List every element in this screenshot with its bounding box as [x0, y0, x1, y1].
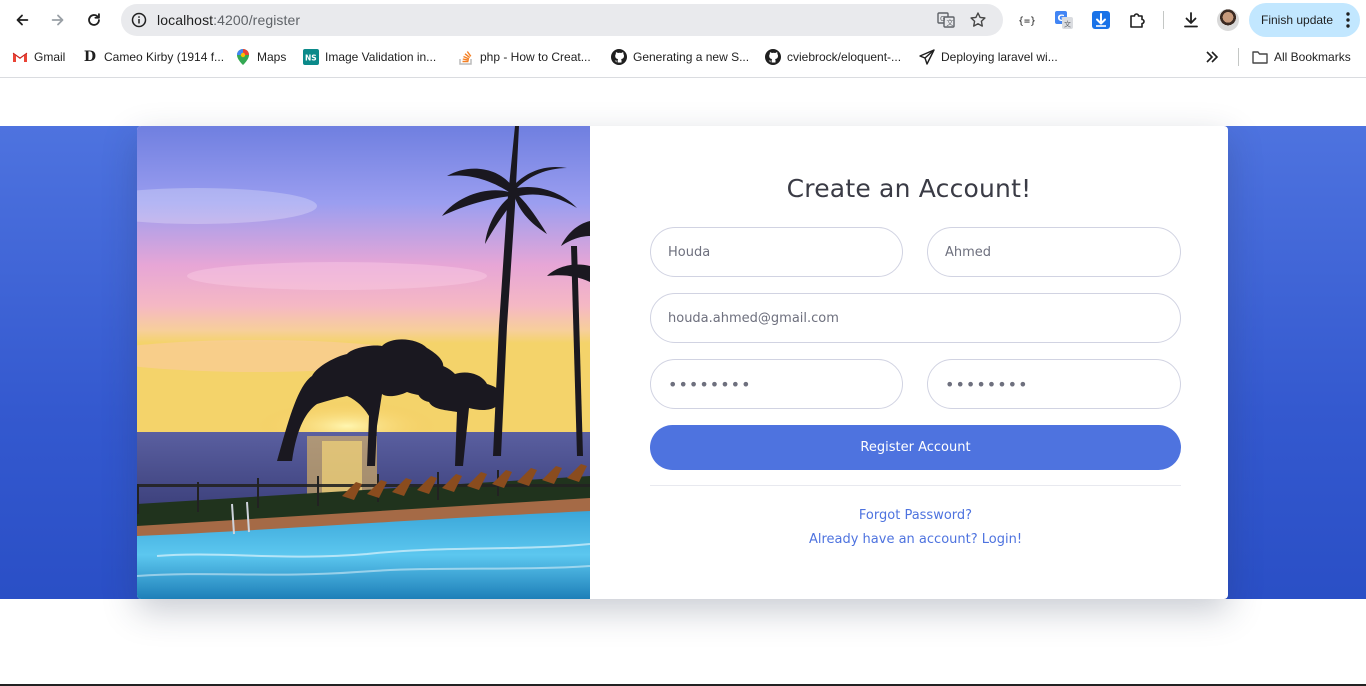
finish-update-button[interactable]: Finish update	[1249, 3, 1360, 37]
login-link[interactable]: Already have an account? Login!	[590, 532, 1228, 547]
json-viewer-extension-icon[interactable]: {=}	[1017, 9, 1039, 31]
last-name-value: Ahmed	[945, 244, 992, 260]
repeat-password-field[interactable]: ••••••••	[927, 359, 1181, 409]
svg-text:G: G	[940, 15, 945, 23]
bookmark-image-validation[interactable]: NS Image Validation in...	[303, 48, 436, 66]
forgot-password-label: Forgot Password?	[858, 508, 973, 523]
url-text[interactable]: localhost:4200/register	[157, 12, 300, 28]
arrow-left-icon	[16, 14, 29, 26]
bookmark-cameo-kirby[interactable]: D Cameo Kirby (1914 f...	[82, 48, 224, 66]
last-name-field[interactable]: Ahmed	[927, 227, 1181, 277]
bookmark-label: cviebrock/eloquent-...	[787, 50, 902, 64]
finish-update-label: Finish update	[1261, 13, 1334, 27]
ns-icon: NS	[303, 49, 319, 65]
email-field[interactable]: houda.ahmed@gmail.com	[650, 293, 1181, 343]
bookmark-gmail[interactable]: Gmail	[12, 48, 65, 66]
password-field[interactable]: ••••••••	[650, 359, 903, 409]
gmail-icon	[12, 49, 28, 65]
downloads-icon[interactable]	[1180, 9, 1202, 31]
bookmarks-bar: Gmail D Cameo Kirby (1914 f... Maps NS I…	[0, 44, 1366, 70]
page-title: Create an Account!	[786, 174, 1032, 203]
more-vert-icon	[1346, 12, 1350, 28]
url-host: localhost	[157, 12, 214, 28]
forward-button[interactable]	[44, 6, 72, 34]
bookmark-label: Image Validation in...	[325, 50, 437, 64]
letter-d-icon: D	[83, 49, 97, 65]
back-button[interactable]	[8, 6, 36, 34]
bookmark-label: Cameo Kirby (1914 f...	[104, 50, 225, 64]
bookmark-label: Maps	[257, 50, 287, 64]
bookmark-label: Generating a new S...	[633, 50, 750, 64]
email-value: houda.ahmed@gmail.com	[668, 310, 839, 326]
browser-toolbar: localhost:4200/register G文 {=} G文 Finish…	[0, 0, 1366, 40]
bookmark-generating-ssh[interactable]: Generating a new S...	[611, 48, 749, 66]
translate-icon[interactable]: G文	[936, 10, 956, 30]
reload-icon	[88, 13, 100, 26]
download-extension-icon[interactable]	[1090, 9, 1112, 31]
arrow-right-icon	[51, 14, 64, 26]
more-bookmarks-button[interactable]	[1204, 48, 1226, 66]
bookmark-cviebrock[interactable]: cviebrock/eloquent-...	[765, 48, 901, 66]
first-name-field[interactable]: Houda	[650, 227, 903, 277]
login-label: Already have an account? Login!	[808, 532, 1023, 547]
maps-pin-icon	[235, 49, 251, 65]
bookmark-label: Gmail	[34, 50, 66, 64]
all-bookmarks-label: All Bookmarks	[1274, 50, 1351, 64]
github-icon	[611, 49, 627, 65]
svg-text:文: 文	[1064, 20, 1071, 29]
bookmark-maps[interactable]: Maps	[235, 48, 286, 66]
paper-plane-icon	[919, 49, 935, 65]
profile-avatar[interactable]	[1217, 9, 1239, 31]
repeat-password-value: ••••••••	[945, 374, 1029, 394]
register-form: Create an Account! Houda Ahmed houda.ahm…	[590, 126, 1228, 599]
stackoverflow-icon	[458, 49, 474, 65]
extensions-puzzle-icon[interactable]	[1126, 9, 1148, 31]
url-path: :4200/register	[213, 12, 301, 28]
password-value: ••••••••	[668, 374, 752, 394]
folder-icon	[1252, 49, 1268, 65]
first-name-value: Houda	[668, 244, 711, 260]
address-bar[interactable]: localhost:4200/register G文	[121, 4, 1003, 36]
beach-sunset-image	[137, 126, 590, 599]
toolbar-divider	[1163, 11, 1164, 29]
bookmarks-divider	[1238, 48, 1239, 66]
svg-text:文: 文	[947, 18, 954, 27]
svg-text:{=}: {=}	[1018, 16, 1036, 27]
star-icon[interactable]	[968, 10, 988, 30]
svg-text:NS: NS	[305, 54, 317, 63]
double-chevron-right-icon	[1204, 49, 1220, 65]
reload-button[interactable]	[80, 6, 108, 34]
all-bookmarks-button[interactable]: All Bookmarks	[1252, 48, 1351, 66]
bookmark-php[interactable]: php - How to Creat...	[458, 48, 591, 66]
bookmark-deploying-laravel[interactable]: Deploying laravel wi...	[919, 48, 1058, 66]
register-account-button[interactable]: Register Account	[650, 425, 1181, 470]
browser-chrome: localhost:4200/register G文 {=} G文 Finish…	[0, 0, 1366, 78]
register-card: Create an Account! Houda Ahmed houda.ahm…	[137, 126, 1228, 599]
google-translate-extension-icon[interactable]: G文	[1053, 9, 1075, 31]
register-page: Create an Account! Houda Ahmed houda.ahm…	[0, 79, 1366, 686]
bookmark-label: Deploying laravel wi...	[941, 50, 1058, 64]
forgot-password-link[interactable]: Forgot Password?	[590, 508, 1228, 523]
register-account-label: Register Account	[860, 440, 971, 455]
form-divider	[650, 485, 1181, 486]
github-icon	[765, 49, 781, 65]
site-info-icon[interactable]	[129, 10, 149, 30]
bookmark-label: php - How to Creat...	[480, 50, 591, 64]
